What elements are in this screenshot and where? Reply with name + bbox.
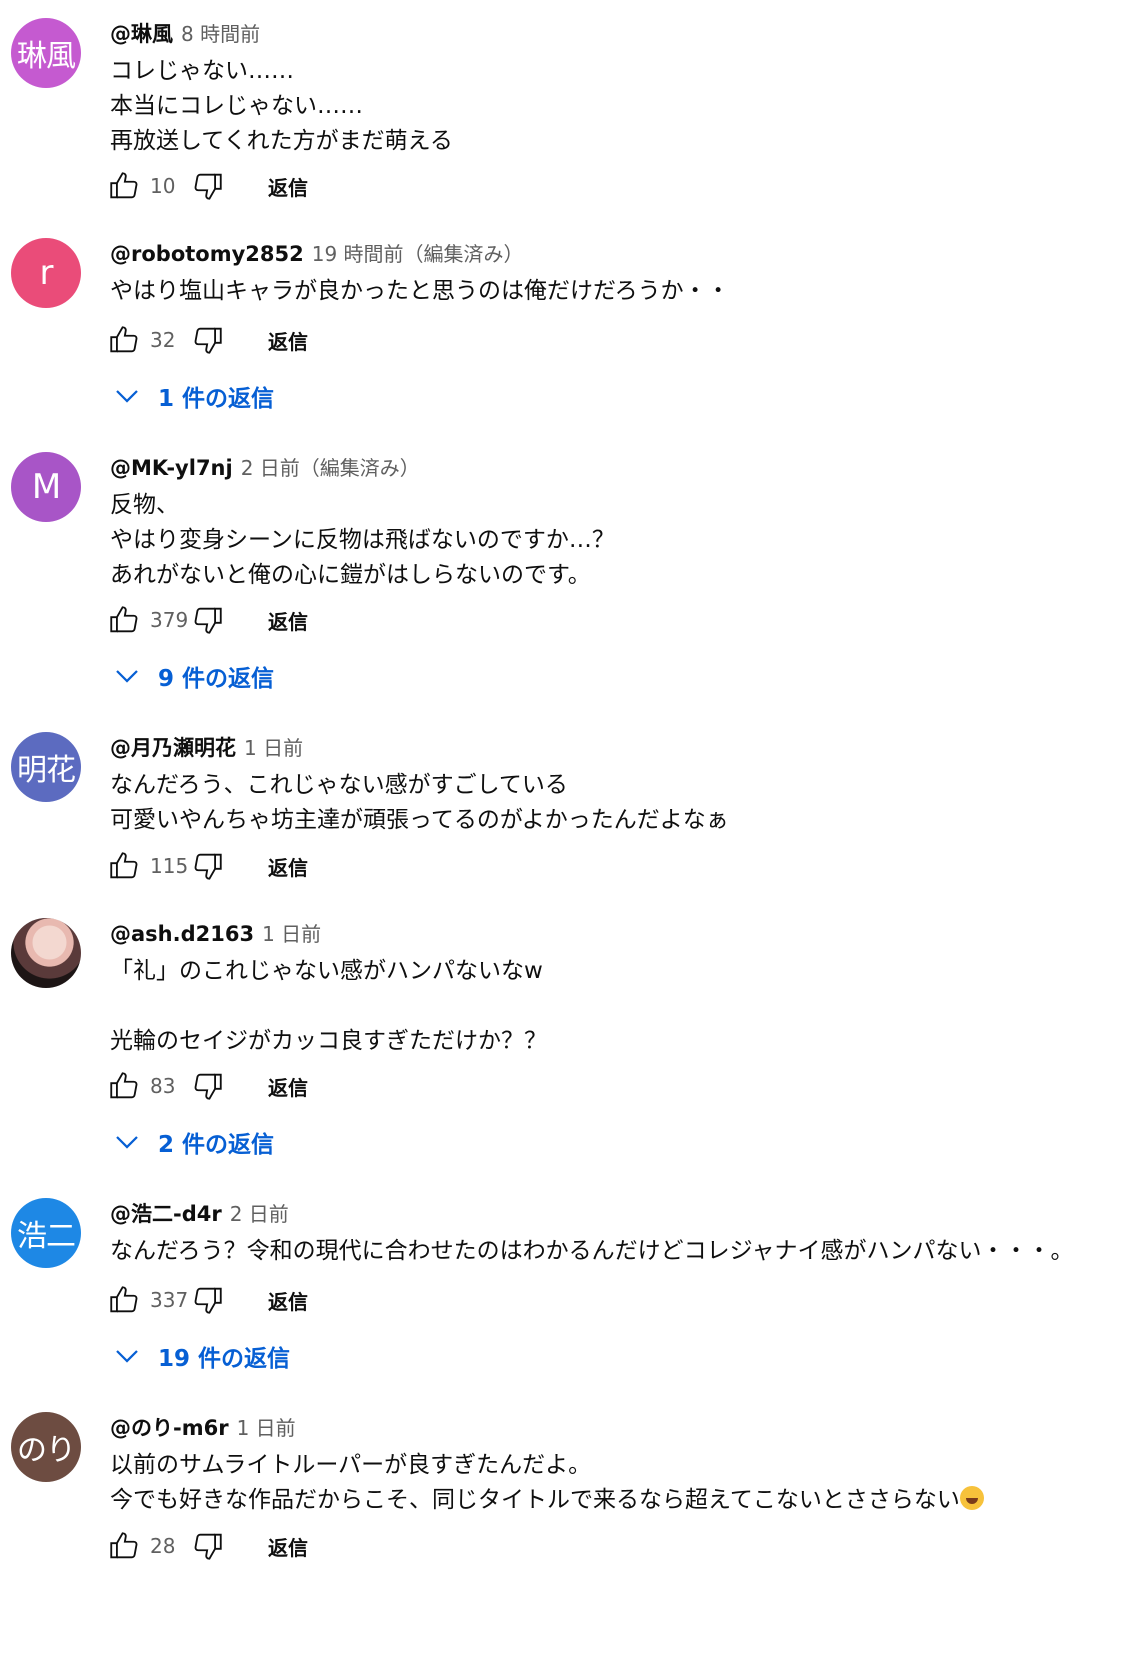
comment-header: @MK-yl7nj 2 日前（編集済み） — [110, 452, 420, 482]
comment-actions: 10 返信 — [106, 166, 308, 206]
chevron-down-icon — [116, 1350, 138, 1363]
tears-of-joy-emoji-icon — [959, 1486, 984, 1510]
author-name[interactable]: @ash.d2163 — [110, 922, 254, 946]
comment-text: やはり塩山キャラが良かったと思うのは俺だけだろうか・・ — [110, 278, 730, 304]
like-count: 337 — [150, 1288, 189, 1312]
replies-count: 2 件の返信 — [158, 1132, 275, 1158]
like-icon[interactable] — [106, 322, 142, 358]
reply-button[interactable]: 返信 — [268, 606, 308, 635]
reply-button[interactable]: 返信 — [268, 852, 308, 881]
comment-time[interactable]: 1 日前 — [262, 918, 321, 947]
author-name[interactable]: @のり-m6r — [110, 1412, 229, 1442]
avatar[interactable]: のり — [11, 1412, 81, 1482]
comment-header: @月乃瀬明花 1 日前 — [110, 732, 303, 762]
like-count: 10 — [150, 174, 176, 198]
comment-time[interactable]: 1 日前 — [237, 1412, 296, 1441]
author-name[interactable]: @浩二-d4r — [110, 1198, 222, 1228]
comment-text: コレじゃない…… 本当にコレじゃない…… 再放送してくれた方がまだ萌える — [110, 58, 453, 154]
avatar[interactable]: 浩二 — [11, 1198, 81, 1268]
reply-button[interactable]: 返信 — [268, 326, 308, 355]
like-count: 83 — [150, 1074, 176, 1098]
comment-text: 反物、 やはり変身シーンに反物は飛ばないのですか…？ あれがないと俺の心に鎧がは… — [110, 492, 615, 588]
like-icon[interactable] — [106, 1528, 142, 1564]
comment-header: @琳風 8 時間前 — [110, 18, 260, 48]
view-replies-button[interactable]: 1 件の返信 — [112, 376, 274, 416]
comment-text: 以前のサムライトルーパーが良すぎたんだよ。 今でも好きな作品だからこそ、同じタイ… — [110, 1452, 960, 1513]
avatar[interactable] — [11, 918, 81, 988]
like-count: 379 — [150, 608, 189, 632]
comment-actions: 28 返信 — [106, 1526, 308, 1566]
avatar[interactable]: 明花 — [11, 732, 81, 802]
comment-text: なんだろう？令和の現代に合わせたのはわかるんだけどコレジャナイ感がハンパない・・… — [110, 1238, 1074, 1264]
chevron-down-icon — [116, 390, 138, 403]
comment-actions: 115 返信 — [106, 846, 308, 886]
author-name[interactable]: @MK-yl7nj — [110, 456, 233, 480]
reply-button[interactable]: 返信 — [268, 172, 308, 201]
dislike-icon[interactable] — [190, 322, 226, 358]
author-name[interactable]: @琳風 — [110, 18, 173, 48]
replies-count: 9 件の返信 — [158, 666, 275, 692]
view-replies-button[interactable]: 9 件の返信 — [112, 656, 274, 696]
comment-text-block: 以前のサムライトルーパーが良すぎたんだよ。 今でも好きな作品だからこそ、同じタイ… — [110, 1448, 984, 1518]
comment-actions: 83 返信 — [106, 1066, 308, 1106]
comment-actions: 32 返信 — [106, 320, 308, 360]
dislike-icon[interactable] — [190, 1528, 226, 1564]
chevron-down-icon — [116, 670, 138, 683]
comment-text: なんだろう、これじゃない感がすごしている 可愛いやんちゃ坊主達が頑張ってるのがよ… — [110, 772, 729, 833]
avatar[interactable]: r — [11, 238, 81, 308]
comment-header: @のり-m6r 1 日前 — [110, 1412, 296, 1442]
dislike-icon[interactable] — [190, 848, 226, 884]
dislike-icon[interactable] — [190, 1282, 226, 1318]
comment-time[interactable]: 2 日前（編集済み） — [241, 452, 420, 481]
replies-count: 19 件の返信 — [158, 1346, 291, 1372]
comment-time[interactable]: 8 時間前 — [181, 18, 260, 47]
author-name[interactable]: @robotomy2852 — [110, 242, 304, 266]
comment-text: 「礼」のこれじゃない感がハンパないなw 光輪のセイジがカッコ良すぎただけか？？ — [110, 958, 547, 1054]
dislike-icon[interactable] — [190, 1068, 226, 1104]
reply-button[interactable]: 返信 — [268, 1532, 308, 1561]
like-icon[interactable] — [106, 168, 142, 204]
like-icon[interactable] — [106, 602, 142, 638]
view-replies-button[interactable]: 2 件の返信 — [112, 1122, 274, 1162]
like-icon[interactable] — [106, 1282, 142, 1318]
comment-header: @ash.d2163 1 日前 — [110, 918, 321, 948]
comment-actions: 379 返信 — [106, 600, 308, 640]
comment-actions: 337 返信 — [106, 1280, 308, 1320]
like-icon[interactable] — [106, 848, 142, 884]
chevron-down-icon — [116, 1136, 138, 1149]
replies-count: 1 件の返信 — [158, 386, 275, 412]
dislike-icon[interactable] — [190, 168, 226, 204]
comment-time[interactable]: 1 日前 — [244, 732, 303, 761]
avatar[interactable]: M — [11, 452, 81, 522]
dislike-icon[interactable] — [190, 602, 226, 638]
view-replies-button[interactable]: 19 件の返信 — [112, 1336, 290, 1376]
comment-time[interactable]: 2 日前 — [230, 1198, 289, 1227]
like-count: 115 — [150, 854, 189, 878]
like-count: 32 — [150, 328, 176, 352]
reply-button[interactable]: 返信 — [268, 1072, 308, 1101]
author-name[interactable]: @月乃瀬明花 — [110, 732, 236, 762]
comment-header: @robotomy2852 19 時間前（編集済み） — [110, 238, 524, 268]
comment-header: @浩二-d4r 2 日前 — [110, 1198, 289, 1228]
comment-time[interactable]: 19 時間前（編集済み） — [312, 238, 524, 267]
like-count: 28 — [150, 1534, 176, 1558]
like-icon[interactable] — [106, 1068, 142, 1104]
avatar[interactable]: 琳風 — [11, 18, 81, 88]
reply-button[interactable]: 返信 — [268, 1286, 308, 1315]
